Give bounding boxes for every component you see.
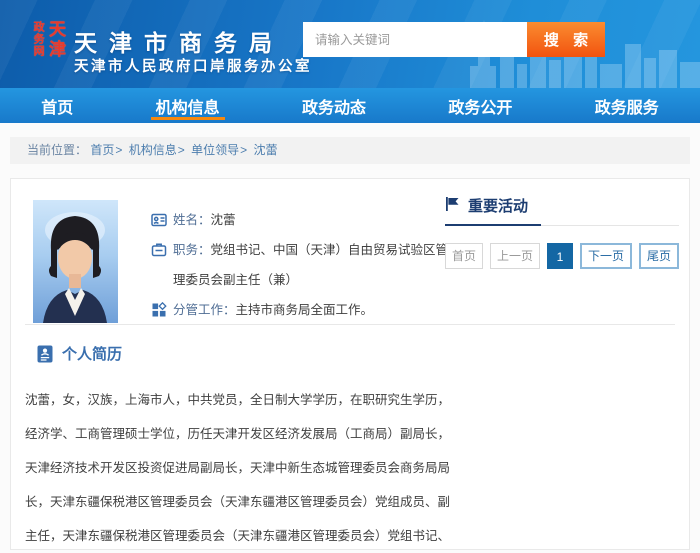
section-title-underline [445, 224, 541, 226]
nav-item-org-info[interactable]: 机构信息 [156, 88, 220, 123]
leader-details: 姓名：沈蕾 职务：党组书记、中国（天津）自由贸易试验区管理委员会副主任（兼） [151, 205, 451, 325]
important-activities-title: 重要活动 [468, 195, 528, 216]
detail-row-name: 姓名：沈蕾 [151, 205, 451, 235]
search-button[interactable]: 搜 索 [527, 22, 605, 57]
resume-biography-text: 沈蕾，女，汉族，上海市人，中共党员，全日制大学学历，在职研究生学历， 经济学、工… [25, 383, 493, 553]
breadcrumb-separator: > [115, 143, 122, 157]
breadcrumb-separator: > [178, 143, 185, 157]
id-card-icon [151, 205, 167, 233]
site-search: 搜 索 [303, 22, 605, 57]
breadcrumb-link-home[interactable]: 首页 [90, 143, 114, 157]
badge-icon [151, 235, 167, 263]
main-navigation: 首页 机构信息 政务动态 政务公开 政务服务 [0, 88, 700, 123]
resume-section-header: 个人简历 [37, 343, 122, 364]
nav-item-label: 政务动态 [302, 94, 366, 118]
important-activities-panel: 重要活动 首页 上一页 1 下一页 尾页 [445, 195, 679, 269]
blocks-icon [151, 295, 167, 323]
breadcrumb-link-unit-leaders[interactable]: 单位领导 [191, 143, 239, 157]
breadcrumb-separator: > [240, 143, 247, 157]
leader-portrait-photo [33, 200, 118, 323]
nav-item-gov-services[interactable]: 政务服务 [595, 88, 659, 123]
breadcrumb-current-page: 沈蕾 [253, 143, 277, 157]
seal-text-left: 政务网 [32, 21, 44, 57]
nav-item-label: 政务公开 [448, 94, 512, 118]
nav-item-home[interactable]: 首页 [41, 88, 73, 123]
content-card: 姓名：沈蕾 职务：党组书记、中国（天津）自由贸易试验区管理委员会副主任（兼） [10, 178, 690, 550]
site-title: 天津市商务局 [74, 24, 284, 58]
nav-item-gov-disclosure[interactable]: 政务公开 [448, 88, 512, 123]
site-subtitle: 天津市人民政府口岸服务办公室 [74, 55, 312, 76]
detail-row-duties: 分管工作：主持市商务局全面工作。 [151, 295, 451, 325]
nav-item-gov-news[interactable]: 政务动态 [302, 88, 366, 123]
duties-value: 主持市商务局全面工作。 [236, 303, 374, 317]
nav-item-label: 机构信息 [156, 94, 220, 118]
section-divider [25, 324, 675, 325]
resume-section-title: 个人简历 [62, 343, 122, 364]
activities-pagination: 首页 上一页 1 下一页 尾页 [445, 243, 679, 269]
seal-text-right: 天津 [46, 20, 65, 60]
search-input[interactable] [303, 22, 527, 57]
position-value: 党组书记、中国（天津）自由贸易试验区管理委员会副主任（兼） [173, 243, 448, 287]
site-header: 天津 政务网 天津市商务局 天津市人民政府口岸服务办公室 搜 索 [0, 0, 700, 88]
duties-label: 分管工作： [173, 303, 236, 317]
nav-item-label: 首页 [41, 94, 73, 118]
breadcrumb-prefix: 当前位置： [27, 143, 87, 157]
flag-icon [445, 196, 460, 216]
position-label: 职务： [173, 243, 211, 257]
name-value: 沈蕾 [211, 213, 236, 227]
pagination-first-button[interactable]: 首页 [445, 243, 483, 269]
breadcrumb: 当前位置： 首页> 机构信息> 单位领导> 沈蕾 [10, 137, 690, 164]
breadcrumb-link-org-info[interactable]: 机构信息 [129, 143, 177, 157]
active-tab-underline [151, 117, 225, 120]
important-activities-header: 重要活动 [445, 195, 679, 226]
name-label: 姓名： [173, 213, 211, 227]
pagination-page-1-button[interactable]: 1 [547, 243, 573, 269]
pagination-last-button[interactable]: 尾页 [639, 243, 679, 269]
government-seal-logo: 天津 政务网 [16, 20, 64, 68]
pagination-prev-button[interactable]: 上一页 [490, 243, 540, 269]
pagination-next-button[interactable]: 下一页 [580, 243, 632, 269]
resume-icon [37, 345, 53, 363]
nav-item-label: 政务服务 [595, 94, 659, 118]
detail-row-position: 职务：党组书记、中国（天津）自由贸易试验区管理委员会副主任（兼） [151, 235, 451, 295]
